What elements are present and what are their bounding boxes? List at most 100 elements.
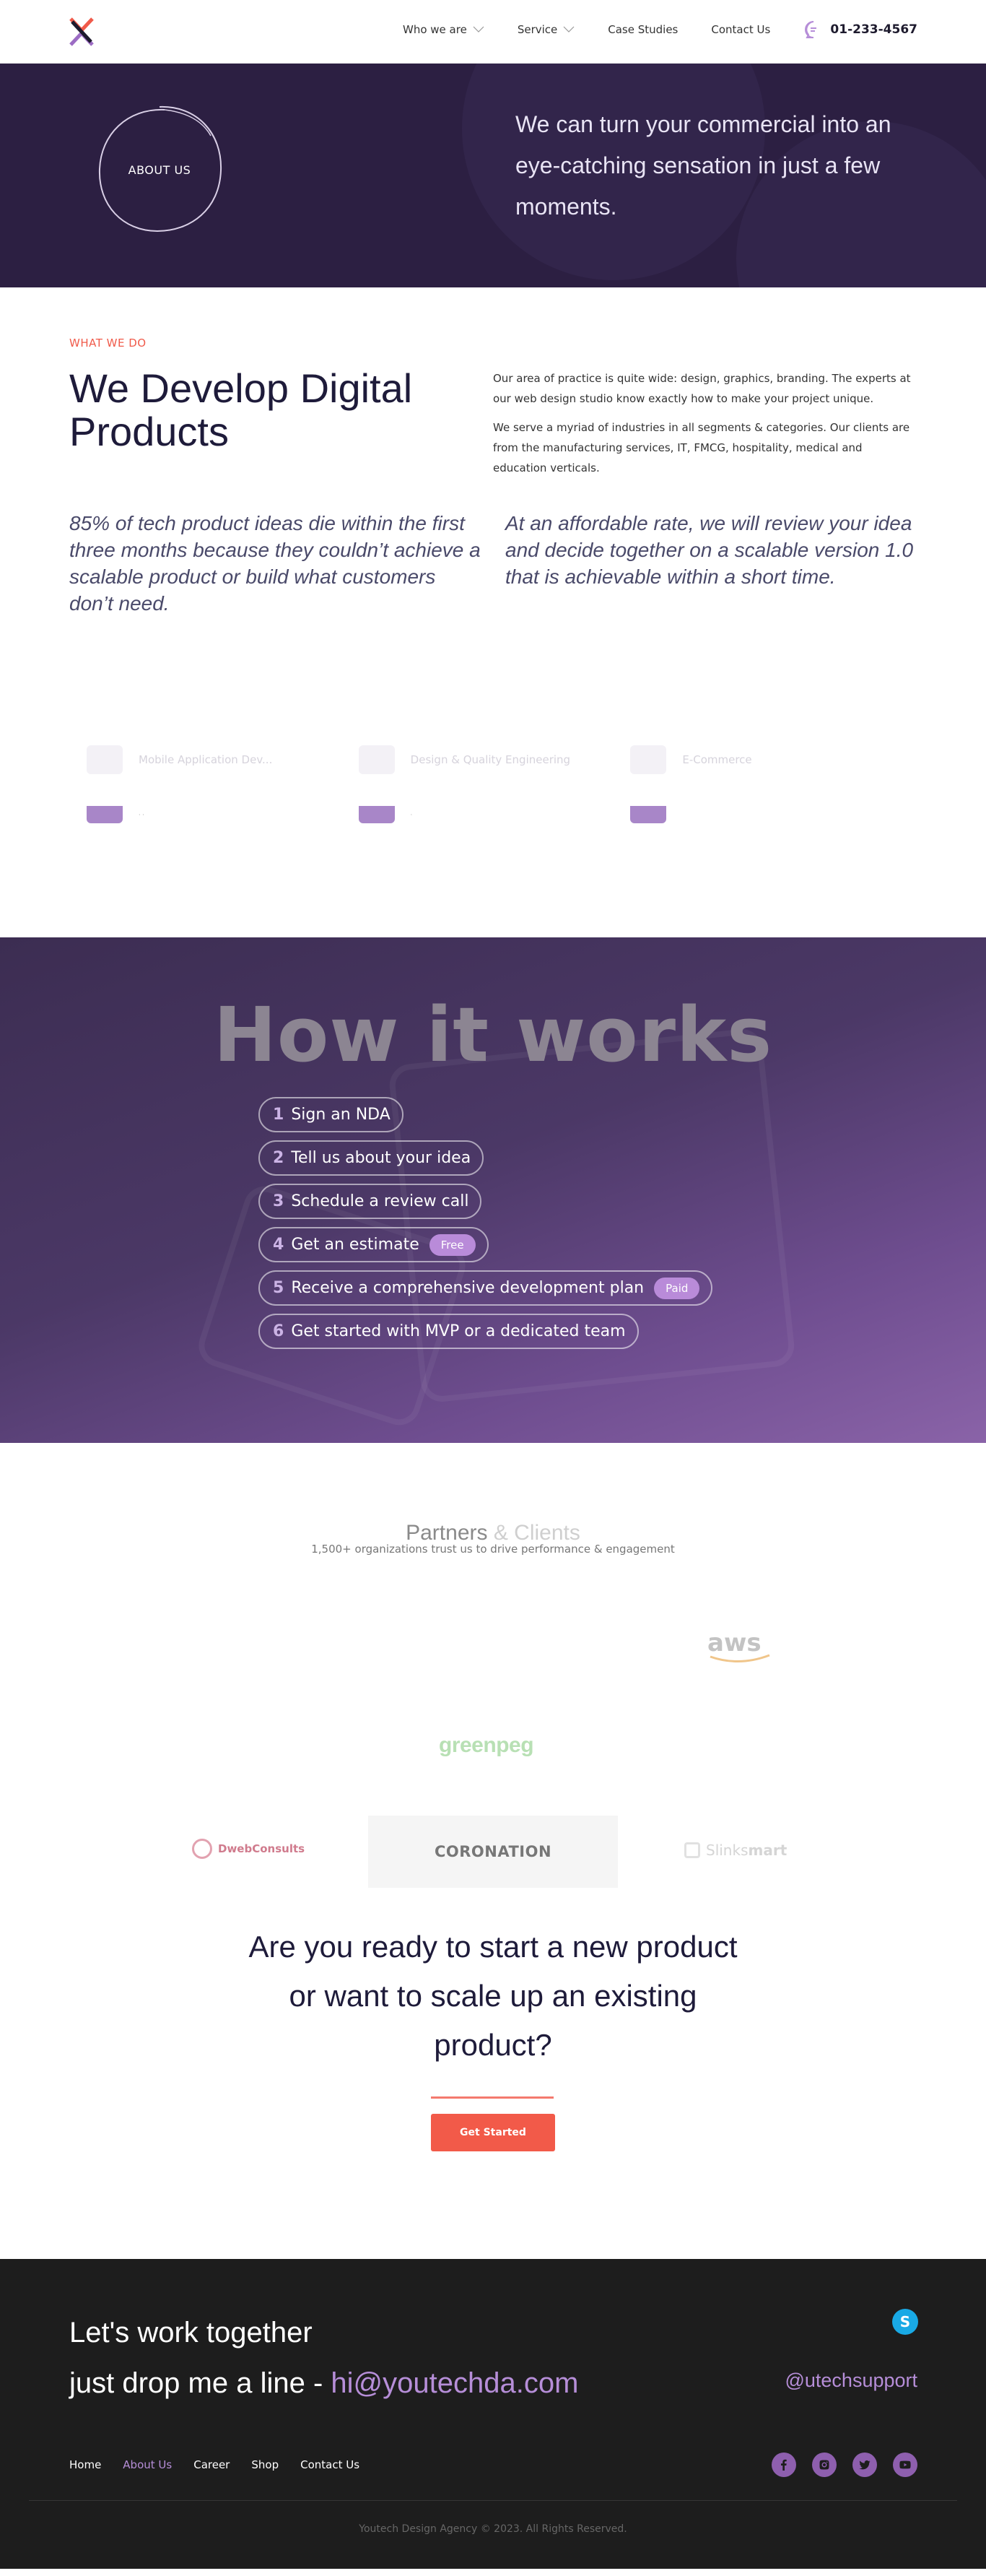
nav-case-studies[interactable]: Case Studies [608, 23, 678, 36]
footer-subheading: just drop me a line - hi@youtechda.com [69, 2362, 578, 2405]
chevron-down-icon [563, 26, 575, 32]
footer-nav: Home About Us Career Shop Contact Us [69, 2458, 359, 2471]
dwebconsults-logo[interactable]: DwebConsults [192, 1839, 305, 1859]
section-body: Our area of practice is quite wide: desi… [493, 368, 919, 478]
hero-tagline: We can turn your commercial into an eye-… [515, 111, 891, 220]
footer-prefix: just drop me a line - [69, 2367, 331, 2399]
partners-title-main: Partners [406, 1521, 488, 1545]
step-number: 4 [273, 1236, 284, 1254]
footer-divider [29, 2500, 957, 2501]
step-label: Receive a comprehensive development plan [291, 1279, 645, 1297]
support-handle-link[interactable]: @utechsupport [785, 2369, 917, 2392]
phone-number: 01-233-4567 [830, 22, 917, 37]
step-tag-paid: Paid [654, 1277, 700, 1299]
service-item[interactable]: · [358, 806, 631, 823]
nav-label: Service [517, 23, 558, 36]
step-pill: 3 Schedule a review call [258, 1184, 482, 1219]
slinksmart-logo[interactable]: Slinksmart [684, 1842, 787, 1859]
slinks-icon [684, 1842, 700, 1858]
partners-subtitle: 1,500+ organizations trust us to drive p… [311, 1543, 675, 1556]
service-icon [87, 806, 123, 823]
step-pill: 5 Receive a comprehensive development pl… [258, 1270, 713, 1306]
nav-service[interactable]: Service [518, 23, 575, 36]
nav-label: Contact Us [711, 23, 771, 36]
about-us-label: ABOUT US [128, 163, 191, 177]
service-icon [358, 806, 395, 823]
nav-label: Who we are [403, 23, 467, 36]
step-label: Get started with MVP or a dedicated team [291, 1322, 626, 1340]
what-we-do-section: WHAT WE DO We Develop Digital Products O… [0, 287, 986, 937]
slinks-text-a: Slinks [706, 1842, 749, 1859]
footer-link-shop[interactable]: Shop [251, 2458, 279, 2471]
coronation-logo[interactable]: CORONATION [368, 1816, 618, 1888]
service-label: · · [139, 811, 144, 818]
partners-title: Partners & Clients [0, 1521, 986, 1545]
youtube-icon[interactable] [893, 2453, 917, 2477]
service-label: E-Commerce [682, 753, 752, 766]
service-label: · [410, 811, 413, 818]
footer-link-home[interactable]: Home [69, 2458, 101, 2471]
step-pill: 4 Get an estimate Free [258, 1227, 489, 1262]
cta-divider [431, 2096, 554, 2099]
chevron-down-icon [473, 26, 484, 32]
step-label: Tell us about your idea [291, 1149, 471, 1167]
service-item[interactable]: Design & Quality Engineering [358, 745, 631, 774]
services-row: Mobile Application Dev... Design & Quali… [87, 745, 902, 774]
aws-logo[interactable]: aws [704, 1629, 777, 1665]
step-label: Schedule a review call [291, 1192, 469, 1210]
footer-email-link[interactable]: hi@youtechda.com [331, 2367, 578, 2399]
step-number: 1 [273, 1106, 284, 1124]
step-pill: 1 Sign an NDA [258, 1097, 403, 1132]
step-pill: 2 Tell us about your idea [258, 1140, 484, 1176]
services-row: · · · [87, 806, 902, 823]
service-item[interactable]: · · [87, 806, 359, 823]
step-number: 5 [273, 1279, 284, 1297]
how-it-works-section: How it works 1 Sign an NDA 2 Tell us abo… [0, 937, 986, 1443]
footer-link-about-us[interactable]: About Us [123, 2458, 172, 2471]
cta-title: Are you ready to start a new product or … [248, 1930, 738, 2062]
partners-title-rest: & Clients [487, 1521, 580, 1545]
about-us-badge: ABOUT US [95, 104, 224, 234]
facebook-icon[interactable] [772, 2453, 796, 2477]
section-title: We Develop Digital Products [69, 365, 413, 454]
quote-left: 85% of tech product ideas die within the… [69, 512, 481, 615]
service-icon [358, 745, 395, 774]
step-tag-free: Free [429, 1233, 476, 1256]
step-label: Sign an NDA [291, 1106, 391, 1124]
dweb-ring-icon [192, 1839, 212, 1859]
steps-list: 1 Sign an NDA 2 Tell us about your idea … [258, 1097, 713, 1349]
body-paragraph: We serve a myriad of industries in all s… [493, 421, 910, 474]
about-hero: ABOUT US We can turn your commercial int… [0, 64, 986, 287]
site-header: Who we are Service Case Studies Contact … [0, 0, 986, 64]
step-number: 6 [273, 1322, 284, 1340]
service-icon [87, 745, 123, 774]
twitter-icon[interactable] [852, 2453, 877, 2477]
greenpeg-logo[interactable]: greenpeg [439, 1733, 534, 1758]
quote-right: At an affordable rate, we will review yo… [505, 512, 914, 588]
step-label: Get an estimate [291, 1236, 419, 1254]
service-item[interactable]: E-Commerce [630, 745, 902, 774]
service-icon [630, 745, 667, 774]
how-it-works-title: How it works [213, 991, 773, 1079]
x-arrows-logo[interactable] [68, 16, 95, 48]
phone-link[interactable]: 01-233-4567 [804, 20, 917, 39]
step-number: 2 [273, 1149, 284, 1167]
footer-link-career[interactable]: Career [193, 2458, 230, 2471]
nav-who-we-are[interactable]: Who we are [403, 23, 484, 36]
body-paragraph: Our area of practice is quite wide: desi… [493, 372, 911, 405]
step-number: 3 [273, 1192, 284, 1210]
nav-contact-us[interactable]: Contact Us [711, 23, 770, 36]
service-icon [630, 806, 667, 823]
partners-section: Partners & Clients 1,500+ organizations … [0, 1443, 986, 1898]
get-started-button[interactable]: Get Started [431, 2114, 555, 2151]
site-footer: Let's work together just drop me a line … [0, 2259, 986, 2569]
footer-link-contact-us[interactable]: Contact Us [300, 2458, 359, 2471]
skype-icon[interactable]: S [892, 2309, 918, 2335]
instagram-icon[interactable] [812, 2453, 837, 2477]
step-pill: 6 Get started with MVP or a dedicated te… [258, 1314, 639, 1349]
section-eyebrow: WHAT WE DO [69, 337, 147, 350]
service-item[interactable]: Mobile Application Dev... [87, 745, 359, 774]
footer-heading: Let's work together [69, 2317, 313, 2349]
service-item[interactable] [630, 806, 902, 823]
nav-label: Case Studies [608, 23, 679, 36]
